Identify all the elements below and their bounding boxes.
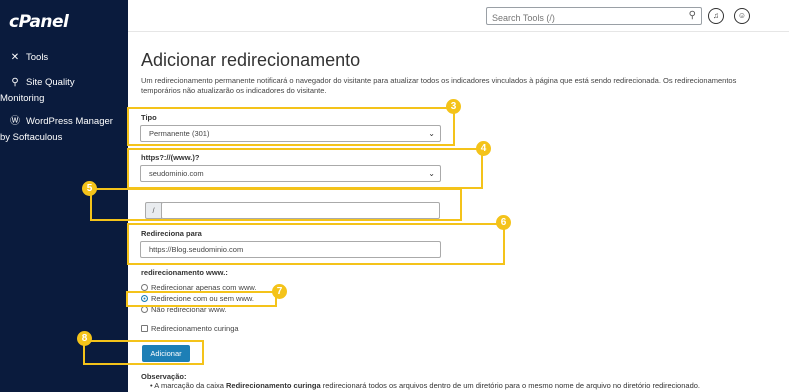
sidebar-item-label-2: by Softaculous bbox=[0, 132, 63, 143]
badge-5: 5 bbox=[82, 181, 97, 196]
highlight-box-5 bbox=[90, 188, 462, 221]
highlight-box-6 bbox=[127, 223, 505, 265]
sidebar-item-wordpress[interactable]: Ⓦ WordPress Manager by Softaculous bbox=[0, 114, 113, 146]
radio-button[interactable] bbox=[141, 284, 148, 291]
search-box[interactable]: ⚲ bbox=[486, 7, 702, 26]
highlight-box-3 bbox=[127, 107, 455, 146]
sidebar-item-label: Tools bbox=[26, 52, 49, 63]
highlight-box-7 bbox=[126, 291, 277, 307]
badge-6: 6 bbox=[496, 215, 511, 230]
badge-4: 4 bbox=[476, 141, 491, 156]
badge-7: 7 bbox=[272, 284, 287, 299]
search-input[interactable] bbox=[487, 10, 667, 26]
badge-3: 3 bbox=[446, 99, 461, 114]
user-icon[interactable]: ☺ bbox=[734, 8, 750, 24]
page-title: Adicionar redirecionamento bbox=[141, 50, 361, 70]
search-icon: ⚲ bbox=[11, 77, 19, 88]
sidebar-item-label: WordPress Manager bbox=[26, 116, 113, 127]
note-title: Observação: bbox=[141, 372, 187, 381]
wildcard-label: Redirecionamento curinga bbox=[151, 324, 239, 333]
badge-8: 8 bbox=[77, 331, 92, 346]
page-description: Um redirecionamento permanente notificar… bbox=[141, 76, 737, 95]
sidebar-item-site-quality[interactable]: ⚲ Site Quality Monitoring bbox=[0, 75, 75, 107]
tools-icon: ✕ bbox=[10, 52, 20, 63]
radio-button[interactable] bbox=[141, 306, 148, 313]
wordpress-icon: Ⓦ bbox=[10, 116, 20, 127]
highlight-box-8 bbox=[83, 340, 204, 365]
cpanel-logo[interactable]: cPanel bbox=[9, 12, 69, 32]
sidebar-item-tools[interactable]: ✕ Tools bbox=[8, 50, 48, 66]
sidebar-item-label-2: Monitoring bbox=[0, 93, 45, 104]
highlight-box-4 bbox=[127, 148, 483, 189]
note-text: • A marcação da caixa Redirecionamento c… bbox=[150, 381, 701, 390]
notifications-icon[interactable]: ♫ bbox=[708, 8, 724, 24]
search-icon[interactable]: ⚲ bbox=[689, 10, 696, 21]
wildcard-checkbox-row[interactable]: Redirecionamento curinga bbox=[141, 324, 239, 333]
www-redirect-label: redirecionamento www.: bbox=[141, 268, 228, 277]
top-header: ⚲ ♫ ☺ bbox=[128, 0, 789, 32]
wildcard-checkbox[interactable] bbox=[141, 325, 148, 332]
sidebar-item-label: Site Quality bbox=[26, 77, 75, 88]
